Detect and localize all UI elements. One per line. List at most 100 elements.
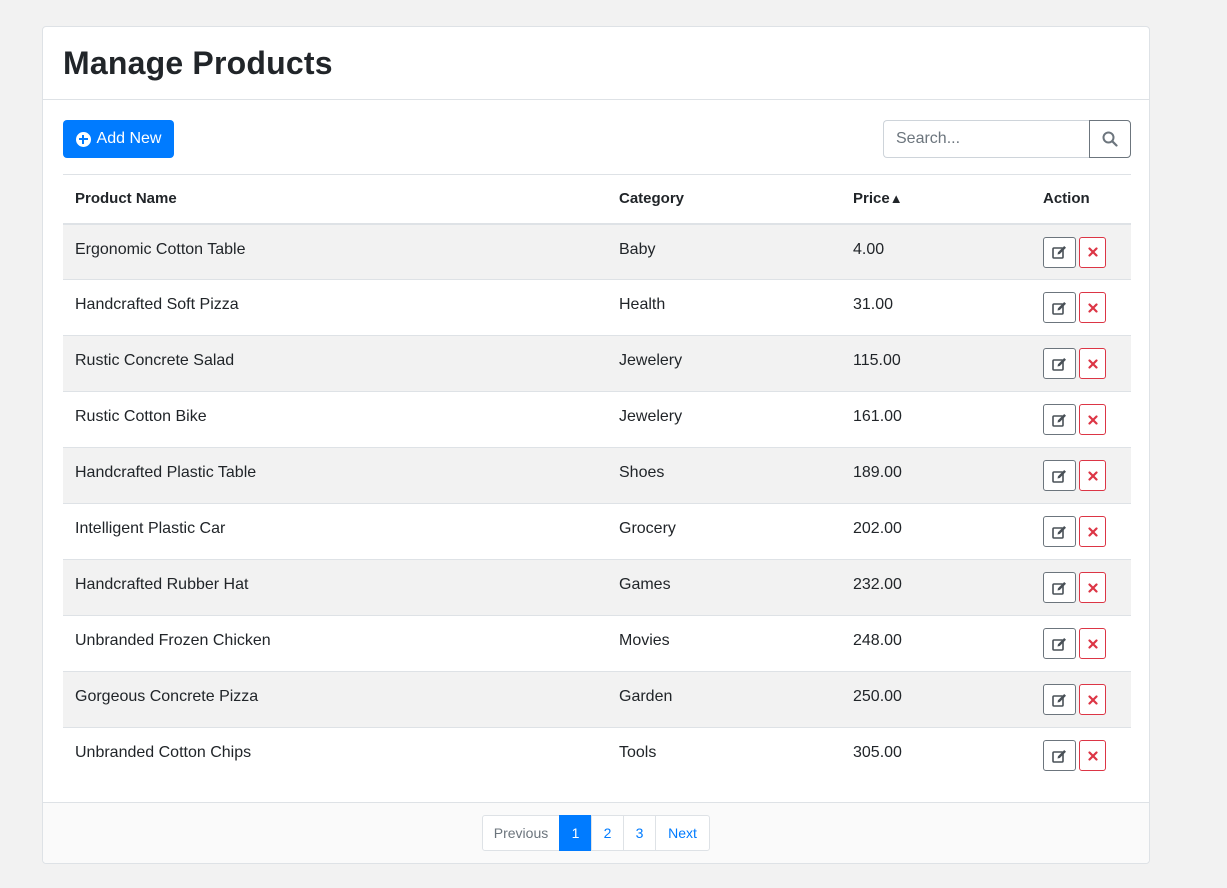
delete-button[interactable] xyxy=(1079,348,1106,379)
products-card: Manage Products Add New Product Name Cat… xyxy=(42,26,1150,864)
close-icon xyxy=(1087,414,1098,425)
search-button[interactable] xyxy=(1089,120,1131,158)
delete-button[interactable] xyxy=(1079,628,1106,659)
edit-button[interactable] xyxy=(1043,292,1076,323)
delete-button[interactable] xyxy=(1079,292,1106,323)
pagination-page-1[interactable]: 1 xyxy=(559,815,592,851)
edit-icon xyxy=(1052,749,1066,763)
edit-button[interactable] xyxy=(1043,516,1076,547)
close-icon xyxy=(1087,582,1098,593)
pagination-page-3[interactable]: 3 xyxy=(623,815,656,851)
price-cell: 202.00 xyxy=(841,503,1031,560)
table-row: Intelligent Plastic Car Grocery 202.00 xyxy=(63,503,1131,560)
delete-button[interactable] xyxy=(1079,460,1106,491)
add-new-button[interactable]: Add New xyxy=(63,120,174,158)
header-price[interactable]: Price▲ xyxy=(841,174,1031,225)
header-price-label: Price xyxy=(853,190,890,208)
header-product-name[interactable]: Product Name xyxy=(63,174,607,225)
add-new-label: Add New xyxy=(96,130,162,147)
card-footer: Previous 1 2 3 Next xyxy=(43,802,1149,863)
price-cell: 250.00 xyxy=(841,671,1031,728)
product-name-cell: Handcrafted Plastic Table xyxy=(63,447,607,504)
product-name-cell: Ergonomic Cotton Table xyxy=(75,240,246,258)
product-name-cell: Unbranded Cotton Chips xyxy=(63,727,607,784)
product-name-cell: Gorgeous Concrete Pizza xyxy=(63,671,607,728)
products-table: Product Name Category Price▲ Action Ergo… xyxy=(63,174,1131,784)
close-icon xyxy=(1087,750,1098,761)
close-icon xyxy=(1087,470,1098,481)
action-cell xyxy=(1031,447,1131,504)
edit-button[interactable] xyxy=(1043,740,1076,771)
price-cell: 31.00 xyxy=(841,279,1031,336)
product-name-cell: Rustic Concrete Salad xyxy=(63,335,607,392)
delete-button[interactable] xyxy=(1079,572,1106,603)
action-cell xyxy=(1031,503,1131,560)
card-header: Manage Products xyxy=(43,27,1149,100)
category-cell: Grocery xyxy=(607,503,841,560)
delete-button[interactable] xyxy=(1079,516,1106,547)
category-cell: Tools xyxy=(607,727,841,784)
price-cell: 161.00 xyxy=(841,391,1031,448)
search-icon xyxy=(1102,131,1118,147)
category-cell: Movies xyxy=(607,615,841,672)
delete-button[interactable] xyxy=(1079,684,1106,715)
category-cell: Games xyxy=(607,559,841,616)
close-icon xyxy=(1087,526,1098,537)
edit-icon xyxy=(1052,413,1066,427)
close-icon xyxy=(1087,638,1098,649)
edit-icon xyxy=(1052,469,1066,483)
edit-icon xyxy=(1052,301,1066,315)
close-icon xyxy=(1087,694,1098,705)
product-name-cell: Handcrafted Soft Pizza xyxy=(63,279,607,336)
table-row: Handcrafted Rubber Hat Games 232.00 xyxy=(63,559,1131,616)
action-cell xyxy=(1031,671,1131,728)
edit-button[interactable] xyxy=(1043,460,1076,491)
pagination-previous[interactable]: Previous xyxy=(482,815,560,851)
product-name-cell: Intelligent Plastic Car xyxy=(63,503,607,560)
header-category[interactable]: Category xyxy=(607,174,841,225)
edit-button[interactable] xyxy=(1043,572,1076,603)
category-cell: Jewelery xyxy=(607,335,841,392)
table-row: Handcrafted Plastic Table Shoes 189.00 xyxy=(63,447,1131,504)
header-action: Action xyxy=(1031,174,1131,225)
edit-button[interactable] xyxy=(1043,684,1076,715)
pagination-page-2[interactable]: 2 xyxy=(591,815,624,851)
product-name-cell: Handcrafted Rubber Hat xyxy=(63,559,607,616)
pagination-next[interactable]: Next xyxy=(655,815,710,851)
edit-icon xyxy=(1052,357,1066,371)
plus-circle-icon xyxy=(75,131,91,147)
table-row: Rustic Cotton Bike Jewelery 161.00 xyxy=(63,391,1131,448)
table-row: Unbranded Cotton Chips Tools 305.00 xyxy=(63,727,1131,784)
product-name-cell: Unbranded Frozen Chicken xyxy=(63,615,607,672)
price-cell: 232.00 xyxy=(841,559,1031,616)
action-cell xyxy=(1031,727,1131,784)
pagination: Previous 1 2 3 Next xyxy=(482,815,710,851)
table-body: Ergonomic Cotton Table Baby 4.00 Handcrafte… xyxy=(63,223,1131,784)
page-title: Manage Products xyxy=(63,44,333,81)
close-icon xyxy=(1087,247,1098,257)
edit-button[interactable] xyxy=(1043,348,1076,379)
edit-button[interactable] xyxy=(1043,236,1076,268)
search-input[interactable] xyxy=(883,120,1089,158)
table-row: Unbranded Frozen Chicken Movies 248.00 xyxy=(63,615,1131,672)
product-name-cell: Rustic Cotton Bike xyxy=(63,391,607,448)
edit-icon xyxy=(1052,246,1066,259)
price-cell: 305.00 xyxy=(841,727,1031,784)
edit-icon xyxy=(1052,581,1066,595)
category-cell: Baby xyxy=(619,240,656,258)
delete-button[interactable] xyxy=(1079,236,1106,268)
table-row: Gorgeous Concrete Pizza Garden 250.00 xyxy=(63,671,1131,728)
edit-button[interactable] xyxy=(1043,404,1076,435)
edit-icon xyxy=(1052,693,1066,707)
category-cell: Health xyxy=(607,279,841,336)
delete-button[interactable] xyxy=(1079,404,1106,435)
edit-icon xyxy=(1052,525,1066,539)
action-cell xyxy=(1031,559,1131,616)
toolbar: Add New xyxy=(63,120,1131,158)
price-cell: 189.00 xyxy=(841,447,1031,504)
delete-button[interactable] xyxy=(1079,740,1106,771)
sort-asc-icon: ▲ xyxy=(889,191,903,207)
table-header: Product Name Category Price▲ Action xyxy=(63,174,1131,225)
edit-button[interactable] xyxy=(1043,628,1076,659)
action-cell xyxy=(1031,391,1131,448)
